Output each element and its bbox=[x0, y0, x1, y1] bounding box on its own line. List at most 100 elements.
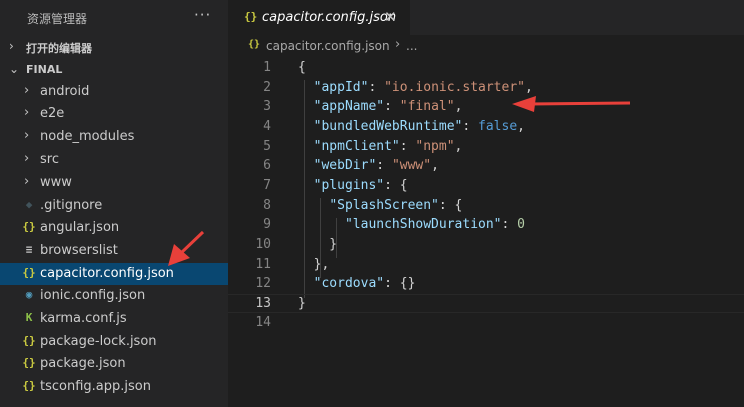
folder-label: FINAL bbox=[26, 63, 63, 76]
json-string: "www" bbox=[391, 158, 432, 173]
breadcrumb-file[interactable]: capacitor.config.json bbox=[266, 39, 390, 53]
tree-item-karma-conf[interactable]: K karma.conf.js bbox=[0, 308, 228, 330]
line-number: 2 bbox=[263, 80, 271, 95]
tree-item-label: e2e bbox=[40, 106, 65, 121]
more-actions-button[interactable]: ··· bbox=[194, 6, 211, 24]
json-key: "plugins" bbox=[313, 178, 385, 193]
json-icon: {} bbox=[22, 334, 36, 347]
json-key: "bundledWebRuntime" bbox=[313, 119, 463, 134]
open-editors-section[interactable]: › 打开的编辑器 bbox=[0, 36, 228, 58]
code-line: 14 bbox=[228, 314, 744, 333]
close-icon[interactable]: ✕ bbox=[384, 8, 397, 26]
code-line: 8 "SplashScreen": { bbox=[228, 197, 744, 216]
code-line: 12 "cordova": {} bbox=[228, 275, 744, 294]
tree-item-capacitor-config[interactable]: {} capacitor.config.json bbox=[0, 263, 228, 285]
line-number: 7 bbox=[263, 178, 271, 193]
json-key: "appId" bbox=[313, 80, 369, 95]
json-icon: {} bbox=[22, 220, 36, 233]
tree-item-src[interactable]: › src bbox=[0, 149, 228, 171]
chevron-right-icon: › bbox=[24, 174, 30, 189]
code-line: 3 "appName": "final", bbox=[228, 98, 744, 117]
open-editors-label: 打开的编辑器 bbox=[26, 42, 92, 55]
tab-label: capacitor.config.json bbox=[262, 10, 397, 25]
line-number: 12 bbox=[255, 276, 271, 291]
explorer-header: 资源管理器 ··· bbox=[0, 0, 228, 36]
code-line: 2 "appId": "io.ionic.starter", bbox=[228, 79, 744, 98]
tree-item-e2e[interactable]: › e2e bbox=[0, 103, 228, 125]
tree-item-label: karma.conf.js bbox=[40, 311, 127, 326]
json-key: "webDir" bbox=[313, 158, 377, 173]
json-icon: {} bbox=[22, 356, 36, 369]
code-line-active: 13 } bbox=[228, 294, 744, 313]
tree-item-android[interactable]: › android bbox=[0, 81, 228, 103]
line-number: 3 bbox=[263, 99, 271, 114]
tree-item-label: ionic.config.json bbox=[40, 288, 146, 303]
tree-item-node-modules[interactable]: › node_modules bbox=[0, 126, 228, 148]
code-line: 10 } bbox=[228, 236, 744, 255]
tree-item-label: node_modules bbox=[40, 129, 135, 144]
tree-item-label: capacitor.config.json bbox=[40, 266, 174, 281]
breadcrumb: {} capacitor.config.json › ... bbox=[228, 35, 744, 57]
tree-item-tsconfig-app[interactable]: {} tsconfig.app.json bbox=[0, 376, 228, 398]
chevron-right-icon: › bbox=[9, 39, 14, 53]
tab-capacitor-config[interactable]: {} capacitor.config.json ✕ bbox=[228, 0, 410, 35]
tree-item-label: package-lock.json bbox=[40, 334, 157, 349]
chevron-right-icon: › bbox=[24, 128, 30, 143]
karma-icon: K bbox=[25, 311, 33, 324]
tree-item-label: package.json bbox=[40, 356, 126, 371]
line-number: 6 bbox=[263, 158, 271, 173]
line-number: 9 bbox=[263, 217, 271, 232]
line-number: 5 bbox=[263, 139, 271, 154]
chevron-right-icon: › bbox=[24, 105, 30, 120]
code-token: { bbox=[298, 60, 306, 75]
tree-item-package-json[interactable]: {} package.json bbox=[0, 353, 228, 375]
json-icon: {} bbox=[22, 266, 36, 279]
line-number: 14 bbox=[255, 315, 271, 330]
chevron-right-icon: › bbox=[395, 37, 401, 52]
json-key: "cordova" bbox=[313, 276, 385, 291]
explorer-title: 资源管理器 bbox=[27, 12, 88, 26]
tab-bar: {} capacitor.config.json ✕ bbox=[228, 0, 744, 35]
tree-item-label: .gitignore bbox=[40, 198, 103, 213]
line-number: 11 bbox=[255, 257, 271, 272]
tree-item-label: browserslist bbox=[40, 243, 118, 258]
tree-item-label: android bbox=[40, 84, 90, 99]
json-key: "SplashScreen" bbox=[329, 198, 439, 213]
explorer-sidebar: 资源管理器 ··· › 打开的编辑器 ⌄ FINAL › android › e… bbox=[0, 0, 228, 407]
code-line: 9 "launchShowDuration": 0 bbox=[228, 216, 744, 235]
tree-item-ionic-config[interactable]: ◉ ionic.config.json bbox=[0, 285, 228, 307]
line-number: 1 bbox=[263, 60, 271, 75]
tree-item-label: tsconfig.app.json bbox=[40, 379, 151, 394]
json-boolean: false bbox=[478, 119, 518, 134]
json-key: "appName" bbox=[313, 99, 385, 114]
json-icon: {} bbox=[22, 379, 36, 392]
line-number: 4 bbox=[263, 119, 271, 134]
json-key: "launchShowDuration" bbox=[344, 217, 502, 232]
line-number: 8 bbox=[263, 198, 271, 213]
tree-item-angular-json[interactable]: {} angular.json bbox=[0, 217, 228, 239]
line-number: 10 bbox=[255, 237, 271, 252]
code-line: 6 "webDir": "www", bbox=[228, 157, 744, 176]
ionic-icon: ◉ bbox=[25, 288, 33, 301]
json-string: "io.ionic.starter" bbox=[384, 80, 525, 95]
code-line: 7 "plugins": { bbox=[228, 177, 744, 196]
json-string: "npm" bbox=[415, 139, 455, 154]
tree-item-label: src bbox=[40, 152, 59, 167]
json-string: "final" bbox=[399, 99, 455, 114]
chevron-right-icon: › bbox=[24, 151, 30, 166]
code-token: } bbox=[298, 296, 306, 311]
tree-item-label: angular.json bbox=[40, 220, 120, 235]
code-line: 11 }, bbox=[228, 256, 744, 275]
json-key: "npmClient" bbox=[313, 139, 400, 154]
breadcrumb-more[interactable]: ... bbox=[406, 39, 417, 53]
text-file-icon: ≡ bbox=[25, 243, 33, 256]
tree-item-www[interactable]: › www bbox=[0, 172, 228, 194]
line-number: 13 bbox=[255, 296, 271, 311]
folder-section[interactable]: ⌄ FINAL bbox=[0, 59, 228, 81]
gitignore-icon: ◆ bbox=[25, 198, 33, 211]
tree-item-package-lock[interactable]: {} package-lock.json bbox=[0, 331, 228, 353]
tree-item-gitignore[interactable]: ◆ .gitignore bbox=[0, 195, 228, 217]
tree-item-label: www bbox=[40, 175, 72, 190]
tree-item-browserslist[interactable]: ≡ browserslist bbox=[0, 240, 228, 262]
json-object: {} bbox=[399, 276, 416, 291]
